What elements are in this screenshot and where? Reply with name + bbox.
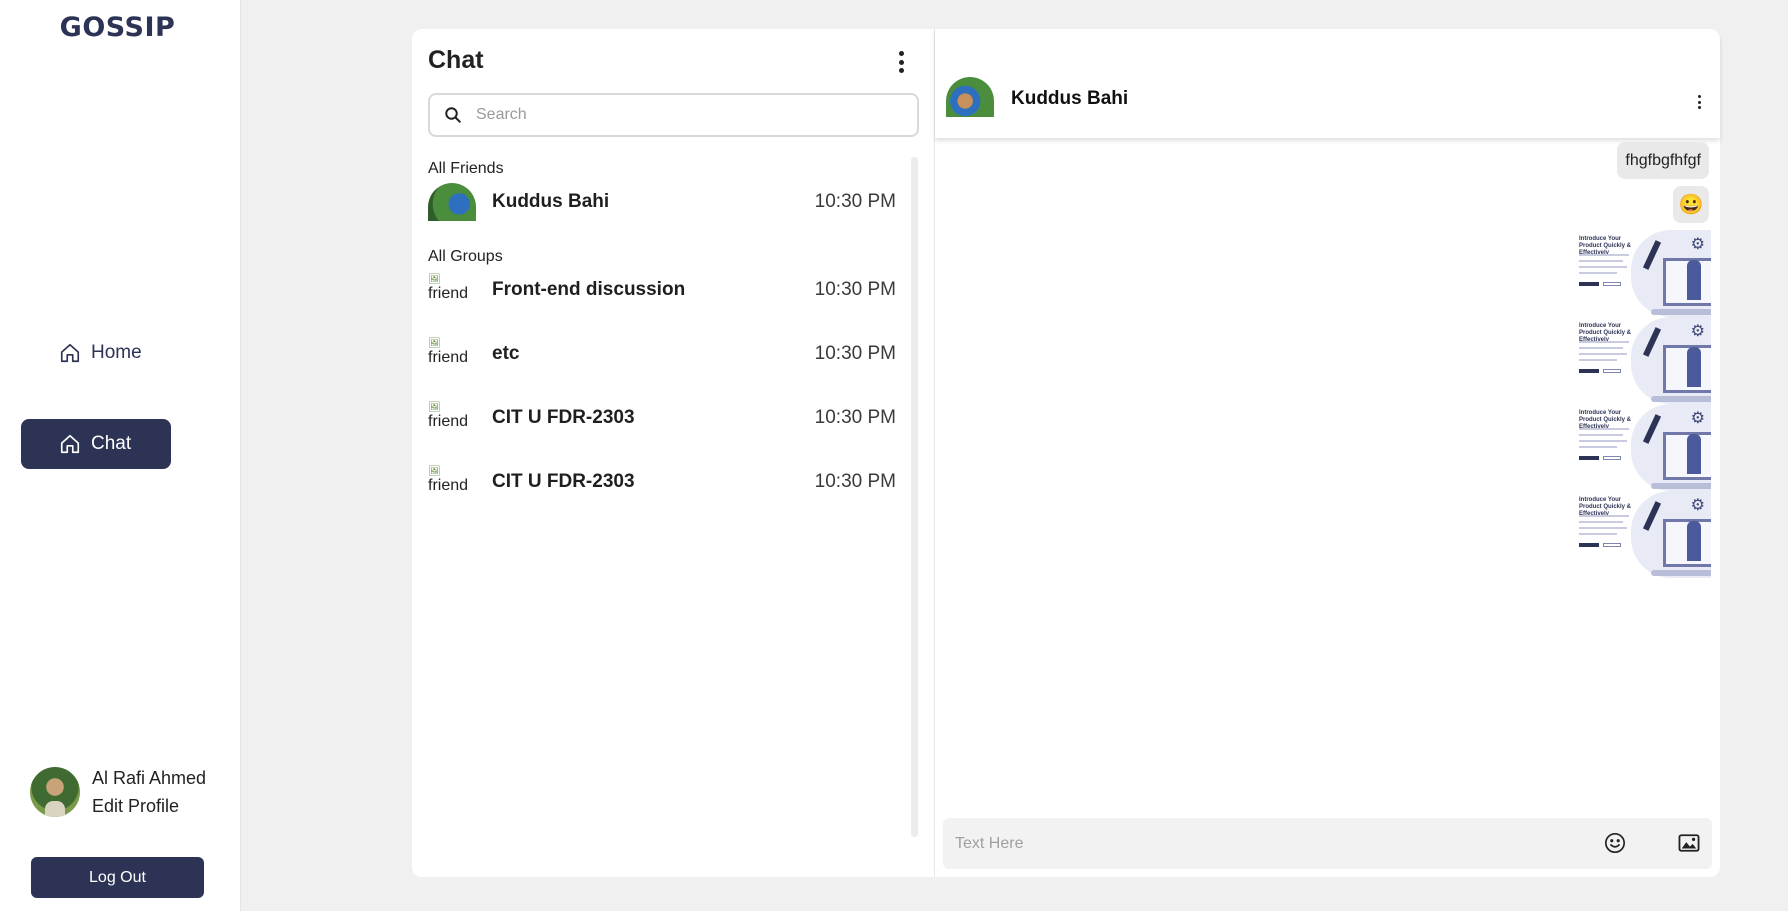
user-name: Al Rafi Ahmed [92,768,207,788]
message-emoji: 😀 [1673,186,1709,223]
nav-item-home-label: Home [91,342,142,363]
group-name: CIT U FDR-2303 [492,471,635,492]
image-upload-icon[interactable] [1678,833,1700,853]
chat-list-pane: Chat All Friends Kuddus Bahi 10:30 PM Al… [412,29,935,877]
logout-button[interactable]: Log Out [31,857,204,898]
nav-item-chat-label: Chat [91,433,132,454]
home-icon [59,342,81,364]
message-input[interactable] [955,834,1595,853]
message-image[interactable]: Introduce Your Product Quickly & Effecti… [1577,404,1711,491]
gear-icon: ⚙ [1690,497,1705,514]
broken-image-icon: 🖼 friend [428,338,469,366]
gear-icon: ⚙ [1690,323,1705,340]
broken-image-icon: 🖼 friend [428,274,469,302]
friends-section-label: All Friends [428,160,504,177]
message-composer [943,818,1712,869]
group-name: CIT U FDR-2303 [492,407,635,428]
group-time: 10:30 PM [814,407,896,428]
nav-item-chat[interactable]: Chat [21,419,171,469]
message-image[interactable]: Introduce Your Product Quickly & Effecti… [1577,491,1711,578]
nav-item-home[interactable]: Home [21,328,171,378]
group-time: 10:30 PM [814,471,896,492]
gear-icon: ⚙ [1690,410,1705,427]
chat-list-title: Chat [428,46,484,74]
search-input[interactable] [476,106,896,124]
edit-profile-link[interactable]: Edit Profile [92,792,206,820]
group-row[interactable]: 🖼 friend CIT U FDR-2303 10:30 PM [428,398,896,438]
friend-time: 10:30 PM [814,191,896,212]
friend-row[interactable]: Kuddus Bahi 10:30 PM [428,182,896,222]
conversation-menu-icon[interactable] [1698,95,1702,109]
broken-image-icon: 🖼 friend [428,402,469,430]
search-icon [444,106,462,124]
group-row[interactable]: 🖼 friend CIT U FDR-2303 10:30 PM [428,462,896,502]
group-time: 10:30 PM [814,279,896,300]
contact-name: Kuddus Bahi [1011,88,1129,109]
home-icon [59,433,81,455]
search-box[interactable] [428,93,919,137]
message-image[interactable]: Introduce Your Product Quickly & Effecti… [1577,230,1711,317]
chat-list-scrollbar[interactable] [911,157,918,837]
friend-name: Kuddus Bahi [492,191,610,212]
friend-avatar [428,183,476,221]
group-name: Front-end discussion [492,279,686,300]
group-row[interactable]: 🖼 friend Front-end discussion 10:30 PM [428,270,896,310]
sidebar: GOSSIP Home Chat Al Rafi Ahmed Edit Prof… [0,0,241,911]
conversation-header: Kuddus Bahi [935,29,1720,138]
emoji-icon[interactable] [1604,832,1626,854]
group-name: etc [492,343,520,364]
chat-list-menu-icon[interactable] [896,51,906,73]
broken-image-icon: 🖼 friend [428,466,469,494]
app-logo: GOSSIP [59,12,176,43]
message-bubble: fhgfbgfhfgf [1617,142,1709,179]
contact-avatar [946,77,994,117]
chat-card: Chat All Friends Kuddus Bahi 10:30 PM Al… [412,29,1720,877]
user-profile: Al Rafi Ahmed Edit Profile [30,764,206,820]
group-time: 10:30 PM [814,343,896,364]
group-row[interactable]: 🖼 friend etc 10:30 PM [428,334,896,374]
groups-section-label: All Groups [428,248,503,265]
gear-icon: ⚙ [1690,236,1705,253]
message-image[interactable]: Introduce Your Product Quickly & Effecti… [1577,317,1711,404]
user-avatar [30,767,80,817]
